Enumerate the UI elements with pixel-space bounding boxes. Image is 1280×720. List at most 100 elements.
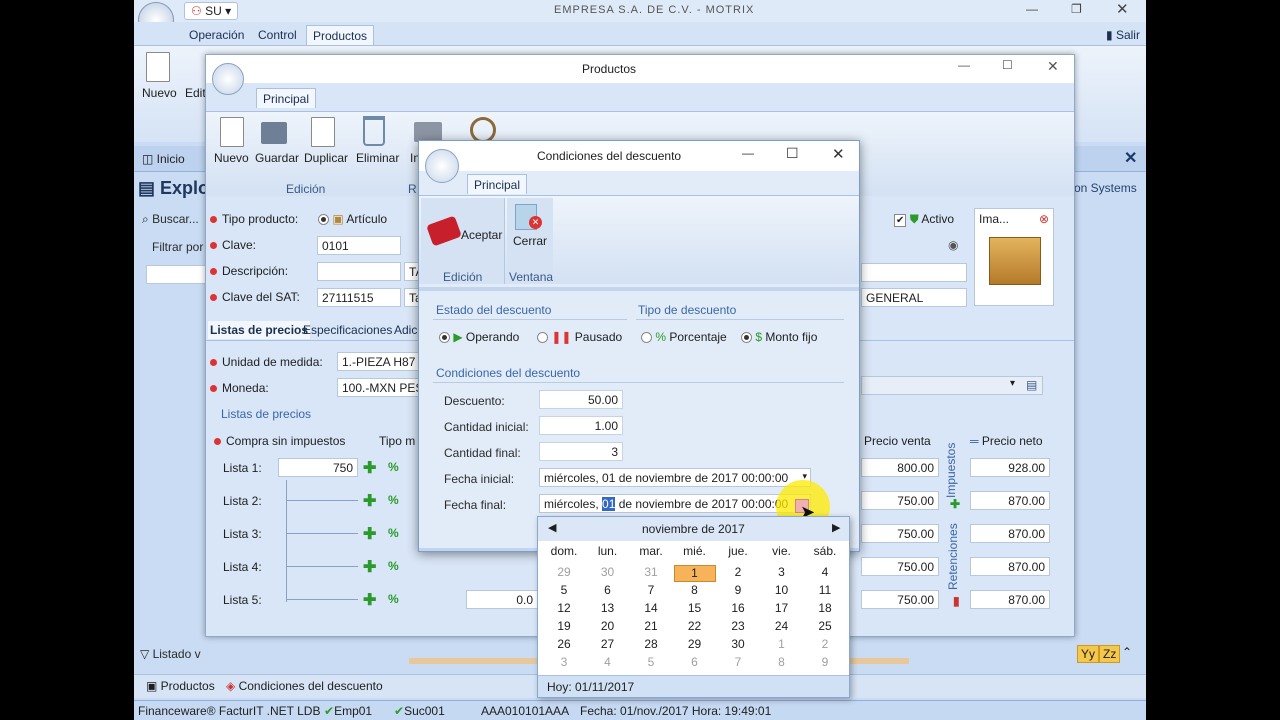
calendar-day[interactable]: 8 xyxy=(674,583,716,597)
clave-sat-input[interactable]: 27111515 xyxy=(317,288,401,307)
next-month-icon[interactable]: ▶ xyxy=(832,521,840,534)
precio-venta-input[interactable]: 750.00 xyxy=(861,590,939,609)
precio-neto-input[interactable]: 870.00 xyxy=(970,557,1050,576)
tab-especificaciones[interactable]: Especificaciones xyxy=(303,323,392,337)
restore-icon[interactable]: ❐ xyxy=(1071,2,1082,16)
calendar-day[interactable]: 3 xyxy=(543,655,585,669)
add-price-icon[interactable]: ✚ xyxy=(363,524,376,544)
calendar-day[interactable]: 3 xyxy=(761,565,803,579)
moneda-dropdown[interactable]: ▾ ▤ xyxy=(861,376,1043,395)
list-view-label[interactable]: ▽ Listado v xyxy=(140,647,201,661)
add-impuesto-icon[interactable]: ✚ xyxy=(950,497,960,511)
tab-adicionales[interactable]: Adici xyxy=(394,323,420,337)
precio-venta-input[interactable]: 800.00 xyxy=(861,458,939,477)
add-price-icon[interactable]: ✚ xyxy=(363,557,376,577)
tab-productos[interactable]: Productos xyxy=(306,25,375,45)
calendar-day[interactable]: 25 xyxy=(804,619,846,633)
calendar-day[interactable]: 19 xyxy=(543,619,585,633)
precio-neto-input[interactable]: 870.00 xyxy=(970,491,1050,510)
activo-checkbox[interactable]: ✔ ⛊ Activo xyxy=(894,212,954,227)
new-document-icon[interactable] xyxy=(146,52,170,82)
calendar-today-bar[interactable]: Hoy: 01/11/2017 xyxy=(538,675,849,697)
products-close-icon[interactable]: ✕ xyxy=(1047,58,1059,75)
sort-zz-button[interactable]: Zz xyxy=(1099,645,1121,663)
collapse-icon[interactable]: ⌃ xyxy=(1122,645,1132,659)
sort-yy-button[interactable]: Yy xyxy=(1077,645,1100,663)
lista-compra-input[interactable]: 750 xyxy=(278,458,358,477)
print-icon[interactable] xyxy=(414,122,442,142)
prev-month-icon[interactable]: ◀ xyxy=(548,521,556,534)
calendar-day[interactable]: 27 xyxy=(587,637,629,651)
calendar-day[interactable]: 7 xyxy=(717,655,759,669)
percent-icon[interactable]: % xyxy=(388,493,399,507)
filter-input[interactable] xyxy=(146,265,206,284)
calendar-month-label[interactable]: noviembre de 2017 xyxy=(642,522,745,536)
nuevo-button[interactable]: Nuevo xyxy=(214,151,249,165)
calendar-day[interactable]: 18 xyxy=(804,601,846,615)
percent-icon[interactable]: % xyxy=(388,526,399,540)
precio-neto-input[interactable]: 870.00 xyxy=(970,524,1050,543)
close-button[interactable]: ✕ Cerrar Ventana xyxy=(507,198,553,284)
precio-neto-input[interactable]: 870.00 xyxy=(970,590,1050,609)
tab-operacion[interactable]: Operación xyxy=(183,25,250,45)
clave-input[interactable]: 0101 xyxy=(317,236,401,255)
percent-icon[interactable]: % xyxy=(388,559,399,573)
search-button[interactable]: ⌕ Buscar... xyxy=(142,212,199,227)
calendar-day[interactable]: 14 xyxy=(630,601,672,615)
camera-icon[interactable]: ◉ xyxy=(948,238,958,252)
calendar-day[interactable]: 17 xyxy=(761,601,803,615)
calendar-day[interactable]: 20 xyxy=(587,619,629,633)
save-icon[interactable] xyxy=(261,122,287,144)
products-minimize-icon[interactable]: — xyxy=(958,58,970,72)
calendar-day[interactable]: 24 xyxy=(761,619,803,633)
tab-listas-precios[interactable]: Listas de precios xyxy=(208,321,311,339)
new-icon[interactable] xyxy=(220,117,244,147)
pausado-radio[interactable]: ❚❚ Pausado xyxy=(537,330,622,344)
image-remove-icon[interactable]: ⊗ xyxy=(1039,212,1049,226)
duplicate-icon[interactable] xyxy=(311,117,335,147)
dialog-minimize-icon[interactable]: — xyxy=(742,146,754,160)
calendar-day[interactable]: 10 xyxy=(761,583,803,597)
calendar-day[interactable]: 26 xyxy=(543,637,585,651)
products-tab-principal[interactable]: Principal xyxy=(256,88,317,108)
products-maximize-icon[interactable]: ☐ xyxy=(1002,58,1013,72)
calendar-day[interactable]: 29 xyxy=(543,565,585,579)
ribbon-new-button[interactable]: Nuevo xyxy=(142,86,177,100)
add-price-icon[interactable]: ✚ xyxy=(363,590,376,610)
calendar-day[interactable]: 22 xyxy=(674,619,716,633)
home-tab[interactable]: ◫ Inicio xyxy=(142,152,185,166)
cantidad-final-input[interactable]: 3 xyxy=(539,442,623,461)
ribbon-edit-button[interactable]: Edit xyxy=(185,86,206,100)
dialog-close-icon[interactable]: ✕ xyxy=(832,145,845,163)
calendar-day[interactable]: 6 xyxy=(587,583,629,597)
calendar-day[interactable]: 4 xyxy=(587,655,629,669)
calendar-day[interactable]: 15 xyxy=(674,601,716,615)
fecha-final-picker[interactable]: miércoles, 01 de noviembre de 2017 00:00… xyxy=(539,494,811,513)
calendar-day[interactable]: 9 xyxy=(717,583,759,597)
porcentaje-radio[interactable]: % Porcentaje xyxy=(641,330,727,344)
moneda-input[interactable]: 100.-MXN PES xyxy=(337,378,421,397)
calendar-day[interactable]: 2 xyxy=(717,565,759,579)
calendar-day[interactable]: 13 xyxy=(587,601,629,615)
extra-field[interactable] xyxy=(861,263,967,282)
calendar-day[interactable]: 16 xyxy=(717,601,759,615)
precio-venta-input[interactable]: 750.00 xyxy=(861,491,939,510)
dialog-tab-principal[interactable]: Principal xyxy=(467,174,528,194)
calendar-day[interactable]: 8 xyxy=(761,655,803,669)
general-field[interactable]: GENERAL xyxy=(861,288,967,307)
calendar-day[interactable]: 4 xyxy=(804,565,846,579)
dialog-orb-icon[interactable] xyxy=(425,149,459,183)
eliminar-button[interactable]: Eliminar xyxy=(356,151,399,165)
calendar-day[interactable]: 1 xyxy=(673,565,716,582)
percent-icon[interactable]: % xyxy=(388,460,399,474)
calendar-day[interactable]: 21 xyxy=(630,619,672,633)
add-price-icon[interactable]: ✚ xyxy=(363,458,376,478)
calendar-day[interactable]: 7 xyxy=(630,583,672,597)
precio-venta-input[interactable]: 750.00 xyxy=(861,524,939,543)
accept-button[interactable]: Aceptar Edición xyxy=(421,198,505,284)
descuento-input[interactable]: 50.00 xyxy=(539,390,623,409)
calendar-day[interactable]: 5 xyxy=(543,583,585,597)
guardar-button[interactable]: Guardar xyxy=(255,151,299,165)
duplicar-button[interactable]: Duplicar xyxy=(304,151,348,165)
calendar-day[interactable]: 30 xyxy=(587,565,629,579)
